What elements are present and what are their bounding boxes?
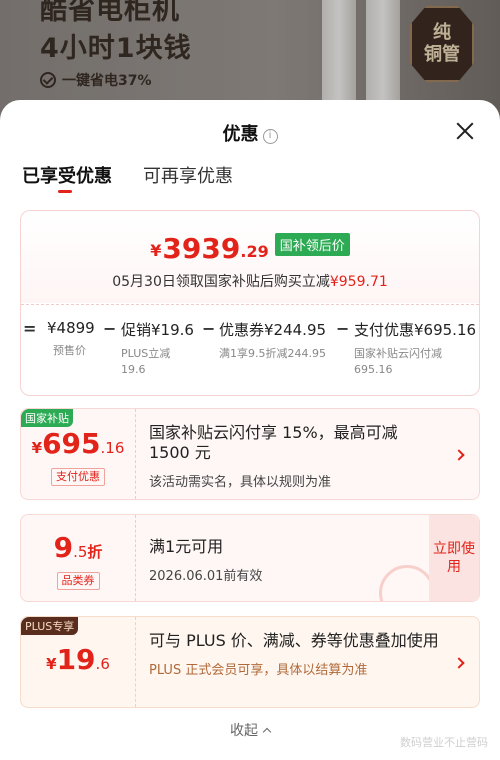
price-currency: ¥ [150,241,162,260]
plus-label: PLUS专享 [21,617,79,635]
active-tab-indicator [58,190,72,193]
coupon-amount: ¥19.6 [46,643,110,676]
calc-presale: ¥4899 预售价 [47,319,95,357]
coupon-value-section: 国家补贴 ¥695.16 支付优惠 [21,409,136,499]
tab-enjoyed-discounts[interactable]: 已享受优惠 [22,162,112,188]
subsidy-price-tag: 国补领后价 [274,233,350,256]
coupon-headline: 可与 PLUS 价、满减、券等优惠叠加使用 [149,631,439,650]
category-coupon[interactable]: 9.5折 品类券 满1元可用 2026.06.01前有效 立即使用 [20,514,480,602]
chevron-up-icon [262,727,272,737]
price-breakdown-card: ¥ 3939 .29 国补领后价 05月30日领取国家补贴后购买立减¥959.7… [20,210,480,396]
price-calculation: = ¥4899 预售价 − 促销¥19.6 PLUS立减 19.6 − 优惠券¥… [1,319,481,389]
calc-payment-discount: 支付优惠¥695.16 国家补贴云闪付减 695.16 [354,321,477,376]
final-price: ¥ 3939 .29 国补领后价 [21,233,479,264]
calc-coupon: 优惠券¥244.95 满1享9.5折减244.95 [219,321,327,360]
coupon-subtext: PLUS 正式会员可享，具体以结算为准 [149,663,368,678]
subsidy-note: 05月30日领取国家补贴后购买立减¥959.71 [112,274,388,290]
coupon-details: 国家补贴云闪付享 15%，最高可减 1500 元 该活动需实名，具体以规则为准 [149,423,439,490]
coupon-label: 国家补贴 [21,409,73,427]
coupon-value-section: 9.5折 品类券 [21,515,136,601]
chevron-right-icon[interactable] [453,449,465,461]
minus-operator: − [202,319,216,338]
national-subsidy-coupon[interactable]: 国家补贴 ¥695.16 支付优惠 国家补贴云闪付享 15%，最高可减 1500… [20,408,480,500]
equals-operator: = [23,319,37,338]
coupon-type: 支付优惠 [21,465,135,486]
coupon-amount: ¥695.16 [31,427,125,460]
plus-member-coupon[interactable]: PLUS专享 ¥19.6 可与 PLUS 价、满减、券等优惠叠加使用 PLUS … [20,616,480,708]
use-now-button[interactable]: 立即使用 [429,515,479,601]
discount-sheet: 优惠 i 已享受优惠 可再享优惠 ¥ 3939 .29 国补领后价 05月30日领… [0,100,500,760]
close-icon[interactable] [456,122,474,140]
sheet-header: 优惠 i [0,100,500,160]
info-icon[interactable]: i [262,129,278,144]
coupon-value-section: PLUS专享 ¥19.6 [21,617,136,707]
watermark: 数码营业不止营码 [400,736,488,749]
final-price-section: ¥ 3939 .29 国补领后价 05月30日领取国家补贴后购买立减¥959.7… [21,211,479,303]
dashed-divider [21,304,479,305]
chevron-right-icon[interactable] [453,657,465,669]
coupon-type: 品类券 [21,569,135,590]
minus-operator: − [336,319,350,338]
coupon-headline: 满1元可用 [149,537,224,556]
price-decimal: .29 [240,242,269,261]
tab-bar: 已享受优惠 可再享优惠 [0,160,500,200]
calc-promotion: 促销¥19.6 PLUS立减 19.6 [121,321,194,376]
tab-more-discounts[interactable]: 可再享优惠 [143,162,233,188]
coupon-amount: 9.5折 [53,531,103,564]
coupon-subtext: 该活动需实名，具体以规则为准 [149,475,332,490]
minus-operator: − [103,319,117,338]
coupon-details: 可与 PLUS 价、满减、券等优惠叠加使用 PLUS 正式会员可享，具体以结算为… [149,631,439,678]
price-integer: 3939 [162,232,241,265]
coupon-headline: 国家补贴云闪付享 15%，最高可减 1500 元 [149,423,398,462]
sheet-title: 优惠 i [0,120,500,146]
